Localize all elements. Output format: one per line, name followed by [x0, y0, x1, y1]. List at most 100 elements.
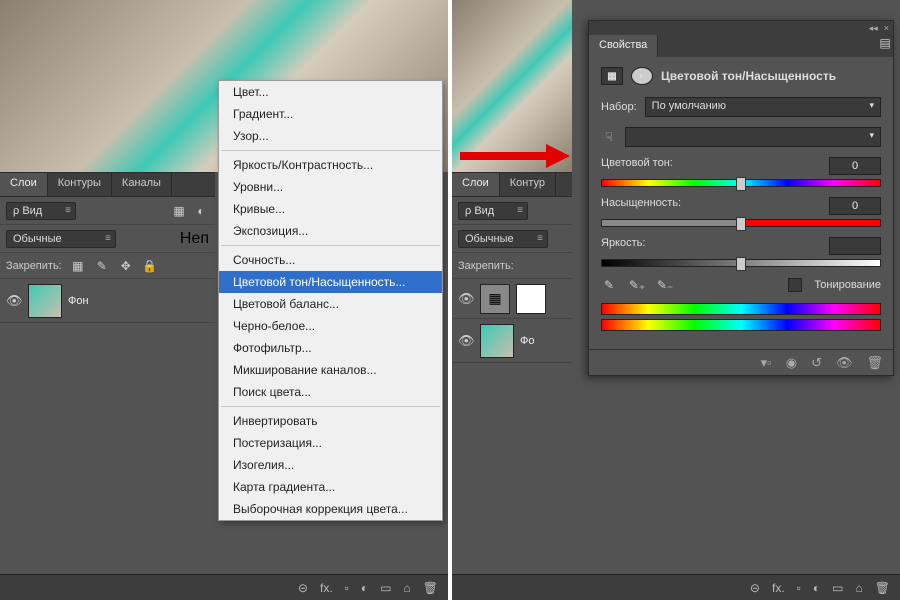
- sat-value[interactable]: 0: [829, 197, 881, 215]
- link-layers-icon[interactable]: ⊝: [750, 581, 760, 595]
- trash-icon[interactable]: 🗑: [423, 581, 438, 595]
- menu-item-gradient-map[interactable]: Карта градиента...: [219, 476, 442, 498]
- reset-icon[interactable]: ↺: [811, 355, 822, 371]
- link-layers-icon[interactable]: ⊝: [298, 581, 308, 595]
- trash-icon[interactable]: 🗑: [866, 355, 883, 371]
- menu-item-photofilter[interactable]: Фотофильтр...: [219, 337, 442, 359]
- eyedropper-subtract-icon[interactable]: ✎₋: [657, 277, 673, 293]
- menu-item-channel-mixer[interactable]: Микширование каналов...: [219, 359, 442, 381]
- hue-range-bars: [601, 303, 881, 331]
- colorize-label: Тонирование: [814, 279, 881, 291]
- tab-layers[interactable]: Слои: [452, 173, 500, 196]
- blend-mode-dropdown[interactable]: Обычные: [6, 230, 116, 248]
- light-slider-knob[interactable]: [736, 257, 746, 271]
- layer-name: Фо: [520, 335, 534, 347]
- menu-item-color-balance[interactable]: Цветовой баланс...: [219, 293, 442, 315]
- panel-menu-icon[interactable]: ▤: [877, 35, 893, 51]
- menu-item-gradient[interactable]: Градиент...: [219, 103, 442, 125]
- menu-separator: [221, 406, 440, 407]
- eyedropper-icon[interactable]: ✎: [601, 277, 617, 293]
- light-value[interactable]: [829, 237, 881, 255]
- adjustment-layer-menu: Цвет... Градиент... Узор... Яркость/Конт…: [218, 80, 443, 521]
- layer-thumbnail[interactable]: [480, 324, 514, 358]
- lock-all-icon[interactable]: 🔒: [142, 258, 158, 274]
- tab-layers[interactable]: Слои: [0, 173, 48, 196]
- collapse-icon[interactable]: ◂◂: [869, 23, 878, 34]
- filter-type-dropdown[interactable]: ρ Вид: [458, 202, 528, 220]
- visibility-icon[interactable]: 👁: [458, 333, 474, 349]
- blend-mode-dropdown[interactable]: Обычные: [458, 230, 548, 248]
- properties-title-row: ▦ ◐ Цветовой тон/Насыщенность: [601, 67, 881, 85]
- filter-type-label: Вид: [22, 205, 42, 217]
- filter-type-dropdown[interactable]: ρ Вид: [6, 202, 76, 220]
- sat-slider[interactable]: [601, 219, 881, 227]
- hue-label: Цветовой тон:: [601, 157, 673, 175]
- menu-item-color-lookup[interactable]: Поиск цвета...: [219, 381, 442, 403]
- light-label: Яркость:: [601, 237, 645, 255]
- preset-row: Набор: По умолчанию: [601, 97, 881, 117]
- fx-icon[interactable]: fx.: [320, 581, 333, 595]
- preset-dropdown[interactable]: По умолчанию: [645, 97, 881, 117]
- adjustment-icon[interactable]: ◐: [813, 581, 820, 595]
- eyedropper-row: ✎ ✎₊ ✎₋ Тонирование: [601, 277, 881, 293]
- layer-row-background[interactable]: 👁 Фон: [0, 279, 215, 323]
- menu-item-threshold[interactable]: Изогелия...: [219, 454, 442, 476]
- filter-pixel-icon[interactable]: ▦: [171, 203, 187, 219]
- adjustment-icon[interactable]: ◐: [361, 581, 368, 595]
- sat-slider-knob[interactable]: [736, 217, 746, 231]
- light-slider[interactable]: [601, 259, 881, 267]
- canvas-preview: [452, 0, 572, 172]
- visibility-icon[interactable]: 👁: [458, 291, 474, 307]
- mask-icon[interactable]: ▫: [797, 581, 801, 595]
- new-layer-icon[interactable]: ⌂: [404, 581, 411, 595]
- menu-item-posterize[interactable]: Постеризация...: [219, 432, 442, 454]
- visibility-icon[interactable]: 👁: [6, 293, 22, 309]
- tab-properties[interactable]: Свойства: [589, 35, 658, 57]
- layer-thumbnail[interactable]: [28, 284, 62, 318]
- hue-value[interactable]: 0: [829, 157, 881, 175]
- close-icon[interactable]: ×: [884, 23, 889, 33]
- adjustment-thumbnail[interactable]: ▦: [480, 284, 510, 314]
- hue-slider-knob[interactable]: [736, 177, 746, 191]
- hue-bar-output[interactable]: [601, 319, 881, 331]
- hue-slider[interactable]: [601, 179, 881, 187]
- menu-item-brightness[interactable]: Яркость/Контрастность...: [219, 154, 442, 176]
- tab-channels[interactable]: Каналы: [112, 173, 172, 196]
- menu-item-curves[interactable]: Кривые...: [219, 198, 442, 220]
- menu-item-vibrance[interactable]: Сочность...: [219, 249, 442, 271]
- menu-item-pattern[interactable]: Узор...: [219, 125, 442, 147]
- mask-icon[interactable]: ▫: [345, 581, 349, 595]
- menu-item-levels[interactable]: Уровни...: [219, 176, 442, 198]
- lock-position-icon[interactable]: ✥: [118, 258, 134, 274]
- filter-adjust-icon[interactable]: ◐: [193, 203, 209, 219]
- range-dropdown[interactable]: [625, 127, 881, 147]
- hand-scrubber-icon[interactable]: ☟: [601, 129, 617, 145]
- menu-item-invert[interactable]: Инвертировать: [219, 410, 442, 432]
- clip-to-layer-icon[interactable]: ▾▫: [761, 355, 772, 371]
- lock-label: Закрепить:: [458, 260, 514, 272]
- menu-item-hue-saturation[interactable]: Цветовой тон/Насыщенность...: [219, 271, 442, 293]
- hue-bar-input[interactable]: [601, 303, 881, 315]
- layers-panel: Слои Контуры Каналы ρ Вид ▦ ◐ Обычные Не…: [0, 172, 215, 323]
- lock-pixels-icon[interactable]: ✎: [94, 258, 110, 274]
- menu-item-exposure[interactable]: Экспозиция...: [219, 220, 442, 242]
- layer-row-adjustment[interactable]: 👁 ▦: [452, 279, 572, 319]
- menu-item-selective-color[interactable]: Выборочная коррекция цвета...: [219, 498, 442, 520]
- mask-thumbnail[interactable]: [516, 284, 546, 314]
- view-previous-icon[interactable]: ◉: [786, 355, 797, 371]
- fx-icon[interactable]: fx.: [772, 581, 785, 595]
- new-layer-icon[interactable]: ⌂: [856, 581, 863, 595]
- layer-row-background[interactable]: 👁 Фо: [452, 319, 572, 363]
- colorize-checkbox[interactable]: [788, 278, 802, 292]
- eyedropper-add-icon[interactable]: ✎₊: [629, 277, 645, 293]
- lock-transparent-icon[interactable]: ▦: [70, 258, 86, 274]
- menu-item-color[interactable]: Цвет...: [219, 81, 442, 103]
- trash-icon[interactable]: 🗑: [875, 581, 890, 595]
- lock-row: Закрепить: ▦ ✎ ✥ 🔒: [0, 253, 215, 279]
- group-icon[interactable]: ▭: [832, 581, 843, 595]
- toggle-visibility-icon[interactable]: 👁: [836, 355, 853, 371]
- group-icon[interactable]: ▭: [380, 581, 391, 595]
- menu-item-bw[interactable]: Черно-белое...: [219, 315, 442, 337]
- tab-paths[interactable]: Контуры: [48, 173, 112, 196]
- tab-paths[interactable]: Контур: [500, 173, 556, 196]
